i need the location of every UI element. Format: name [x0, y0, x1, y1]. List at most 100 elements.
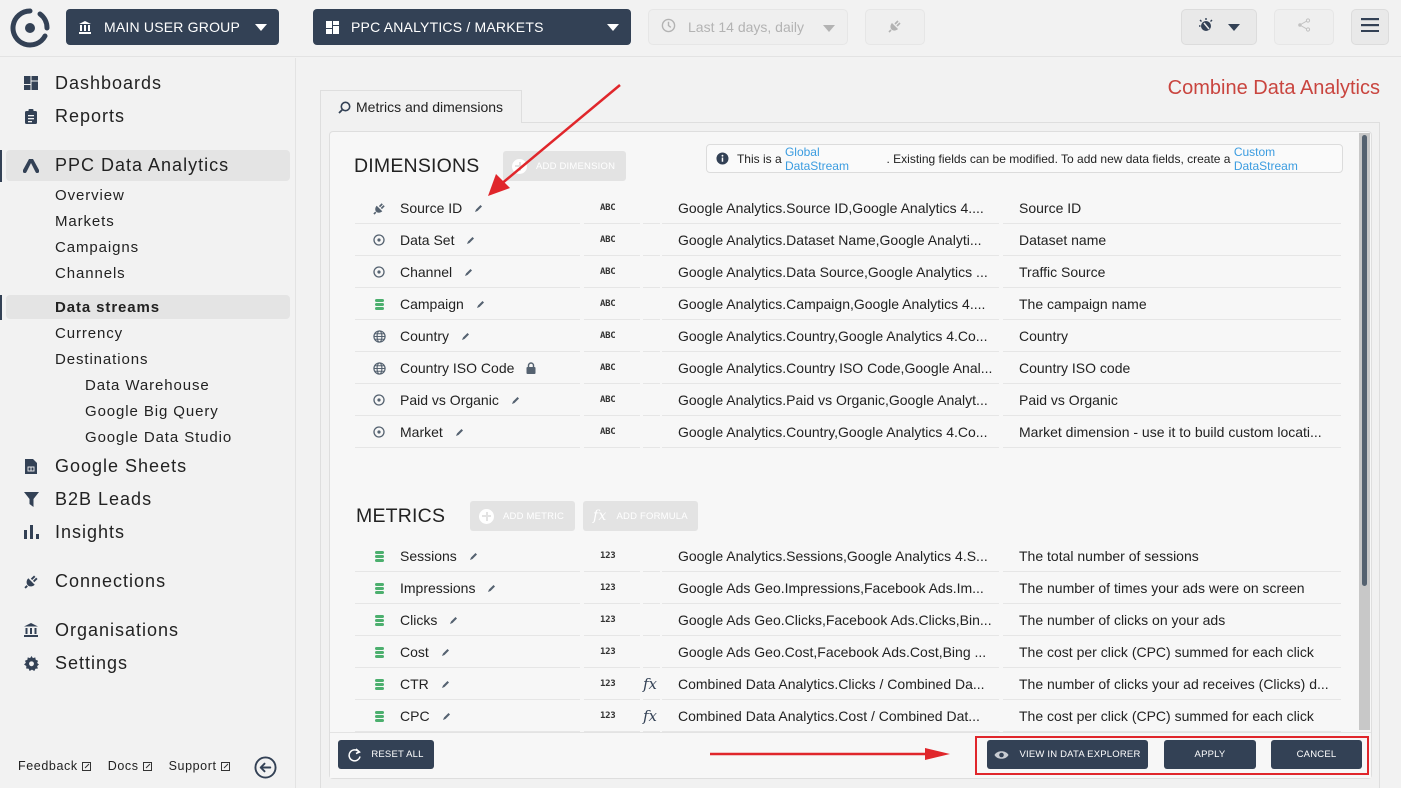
dimension-row[interactable]: Country ABC Google Analytics.Country,Googl…	[355, 321, 1341, 353]
add-formula-button[interactable]: fx ADD FORMULA	[583, 501, 698, 531]
formula-cell	[643, 541, 660, 572]
formula-cell	[643, 225, 660, 256]
sidebar-subitem-campaigns[interactable]: Campaigns	[55, 235, 139, 259]
edit-icon[interactable]	[464, 268, 473, 277]
add-metric-button[interactable]: ADD METRIC	[470, 501, 575, 531]
formula-cell	[643, 605, 660, 636]
sidebar-item-reports[interactable]: Reports	[0, 101, 290, 131]
formula-cell	[643, 321, 660, 352]
sidebar-item-google-sheets[interactable]: Google Sheets	[0, 451, 290, 481]
field-type-cell: 123	[584, 541, 640, 572]
dimension-row[interactable]: Country ISO Code ABC Google Analytics.Coun…	[355, 353, 1341, 385]
scrollbar-thumb[interactable]	[1362, 135, 1367, 586]
custom-datastream-link[interactable]: Custom DataStream	[1234, 145, 1342, 173]
formula-cell	[643, 385, 660, 416]
combine-logo-icon[interactable]	[10, 8, 50, 48]
main-menu-button[interactable]	[1351, 9, 1389, 45]
field-type-cell: 123	[584, 669, 640, 700]
sidebar-subitem-channels[interactable]: Channels	[55, 261, 126, 285]
dimension-row[interactable]: Data Set ABC Google Analytics.Dataset Name…	[355, 225, 1341, 257]
database-icon	[372, 645, 386, 659]
edit-icon[interactable]	[487, 584, 496, 593]
edit-icon[interactable]	[455, 428, 464, 437]
dimension-row[interactable]: Source ID ABC Google Analytics.Source ID,G…	[355, 193, 1341, 225]
plus-circle-icon	[512, 158, 527, 174]
date-range-picker[interactable]: Last 14 days, daily	[648, 9, 848, 45]
sidebar-item-ppc-data-analytics[interactable]: PPC Data Analytics	[6, 150, 290, 181]
field-type: ABC	[600, 267, 616, 277]
edit-icon[interactable]	[476, 300, 485, 309]
dashboard-dropdown[interactable]: PPC ANALYTICS / MARKETS	[313, 9, 631, 45]
edit-icon[interactable]	[466, 236, 475, 245]
field-type-cell: ABC	[584, 193, 640, 224]
dimension-row[interactable]: Market ABC Google Analytics.Country,Google…	[355, 417, 1341, 449]
share-button[interactable]	[1274, 9, 1334, 45]
sidebar-subitem-destinations[interactable]: Destinations	[55, 347, 148, 371]
dimension-row[interactable]: Channel ABC Google Analytics.Data Source,G…	[355, 257, 1341, 289]
target-icon	[372, 425, 386, 439]
edit-icon[interactable]	[511, 396, 520, 405]
edit-icon[interactable]	[474, 204, 483, 213]
support-link[interactable]: Support	[169, 759, 230, 773]
field-description: The total number of sessions	[1003, 541, 1341, 572]
metric-row[interactable]: Impressions 123 Google Ads Geo.Impressions…	[355, 573, 1341, 605]
sidebar-subitem-currency[interactable]: Currency	[55, 321, 123, 345]
dimension-row[interactable]: Campaign ABC Google Analytics.Campaign,Goo…	[355, 289, 1341, 321]
metric-row[interactable]: Sessions 123 Google Analytics.Sessions,Goo…	[355, 541, 1341, 573]
field-name-cell: CTR	[355, 669, 580, 700]
edit-icon[interactable]	[461, 332, 470, 341]
field-name: Campaign	[400, 296, 464, 312]
sidebar-subitem-data-streams[interactable]: Data streams	[6, 295, 290, 319]
metric-row[interactable]: Clicks 123 Google Ads Geo.Clicks,Facebook …	[355, 605, 1341, 637]
edit-icon[interactable]	[469, 552, 478, 561]
sidebar-subitem-google-big-query[interactable]: Google Big Query	[85, 399, 219, 423]
sidebar-item-label: Settings	[55, 652, 129, 673]
dimension-row[interactable]: Paid vs Organic ABC Google Analytics.Paid …	[355, 385, 1341, 417]
metric-row[interactable]: CPC 123 fx Combined Data Analytics.Cost / C…	[355, 701, 1341, 733]
docs-link[interactable]: Docs	[108, 759, 152, 773]
field-type: 123	[600, 679, 616, 689]
add-dimension-button[interactable]: ADD DIMENSION	[503, 151, 626, 181]
sidebar-subitem-markets[interactable]: Markets	[55, 209, 115, 233]
user-group-dropdown[interactable]: MAIN USER GROUP	[66, 9, 279, 45]
sidebar-item-settings[interactable]: Settings	[0, 648, 290, 678]
sidebar: Dashboards Reports PPC Data Analytics Ov…	[0, 58, 296, 788]
share-icon	[1297, 17, 1311, 37]
hamburger-menu-icon	[1361, 17, 1379, 37]
sidebar-item-label: Reports	[55, 105, 126, 126]
sidebar-item-insights[interactable]: Insights	[0, 517, 290, 547]
active-indicator	[0, 295, 2, 320]
sidebar-item-dashboards[interactable]: Dashboards	[0, 68, 290, 98]
field-name: Clicks	[400, 612, 438, 628]
metrics-title: METRICS	[356, 505, 446, 527]
reset-all-button[interactable]: RESET ALL	[338, 740, 434, 769]
sidebar-subitem-data-warehouse[interactable]: Data Warehouse	[85, 373, 210, 397]
date-range-label: Last 14 days, daily	[688, 19, 804, 35]
edit-icon[interactable]	[441, 648, 450, 657]
tab-metrics-and-dimensions[interactable]: Metrics and dimensions	[320, 90, 522, 123]
field-description: The cost per click (CPC) summed for each…	[1003, 701, 1341, 732]
field-description: Traffic Source	[1003, 257, 1341, 288]
sidebar-item-b2b-leads[interactable]: B2B Leads	[0, 484, 290, 514]
globe-icon	[372, 361, 386, 375]
connections-button[interactable]	[865, 9, 925, 45]
metric-row[interactable]: Cost 123 Google Ads Geo.Cost,Facebook Ads.…	[355, 637, 1341, 669]
field-source: Combined Data Analytics.Cost / Combined …	[662, 701, 999, 732]
sidebar-subitem-google-data-studio[interactable]: Google Data Studio	[85, 425, 232, 449]
external-link-icon	[142, 761, 152, 771]
sidebar-subitem-overview[interactable]: Overview	[55, 183, 125, 207]
field-type-cell: ABC	[584, 289, 640, 320]
sidebar-item-connections[interactable]: Connections	[0, 566, 290, 596]
edit-icon[interactable]	[442, 712, 451, 721]
edit-icon[interactable]	[441, 680, 450, 689]
database-icon	[372, 549, 386, 563]
global-datastream-link[interactable]: Global DataStream	[785, 145, 887, 173]
collapse-sidebar-icon[interactable]	[254, 756, 277, 779]
field-type: 123	[600, 711, 616, 721]
theme-dropdown[interactable]	[1181, 9, 1257, 45]
metric-row[interactable]: CTR 123 fx Combined Data Analytics.Clicks /…	[355, 669, 1341, 701]
sidebar-item-organisations[interactable]: Organisations	[0, 615, 290, 645]
field-source: Google Ads Geo.Impressions,Facebook Ads.…	[662, 573, 999, 604]
feedback-link[interactable]: Feedback	[18, 759, 91, 773]
edit-icon[interactable]	[449, 616, 458, 625]
